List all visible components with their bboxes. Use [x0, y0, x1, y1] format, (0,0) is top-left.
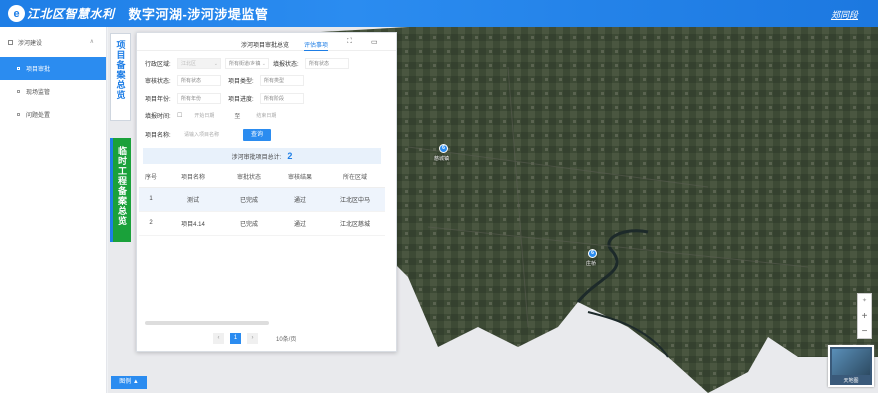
- approval-table: 序号 项目名称 审批状态 审核结果 所在区域 1 测试 已完成 通过 江北区中马…: [139, 167, 385, 236]
- project-count-bar: 涉河审批项目总计: 2: [143, 148, 381, 164]
- end-date-input[interactable]: 结束日期: [256, 112, 276, 119]
- page-size-select[interactable]: 10条/页: [276, 334, 296, 343]
- filter-row-time: 填报时间: ☐ 开始日期 至 结束日期: [145, 111, 276, 120]
- col-index: 序号: [139, 167, 163, 188]
- map-marker-label: 慈城镇: [434, 156, 450, 162]
- legend-button[interactable]: 图例 ▲: [111, 376, 147, 389]
- tab-label: 项目备案总览: [115, 40, 126, 100]
- chevron-up-icon: ∧: [89, 39, 94, 45]
- approve-state-label: 审核状态:: [145, 79, 171, 85]
- col-region: 所在区域: [325, 167, 385, 188]
- sidebar-item-project-approval[interactable]: 项目审批: [0, 57, 106, 80]
- next-page-button[interactable]: ›: [247, 333, 258, 344]
- cell: 测试: [163, 187, 223, 212]
- progress-label: 项目进度:: [228, 97, 254, 103]
- menu-dot-icon: [17, 90, 20, 93]
- approval-overview-panel: 涉河项目审批总览 评估事项 ⛶ ▭ 行政区域: 江北区 ⌄ 所有街道/乡镇 ⌄ 填报…: [136, 32, 397, 352]
- panel-tabs: 涉河项目审批总览 评估事项 ⛶ ▭: [137, 33, 396, 51]
- sidebar-group-construction[interactable]: 涉河建设 ∧: [0, 27, 106, 57]
- date-separator: 至: [234, 114, 241, 120]
- zoom-in-button[interactable]: +: [858, 309, 871, 324]
- fill-state-label: 填报状态:: [273, 62, 299, 68]
- cell: 江北区中马: [325, 187, 385, 212]
- year-select[interactable]: 所有年份: [177, 93, 221, 104]
- region-label: 行政区域:: [145, 62, 171, 68]
- time-label: 填报时间:: [145, 114, 171, 120]
- chevron-down-icon: ⌄: [213, 61, 218, 67]
- basemap-label: 天地图: [843, 378, 859, 384]
- query-button[interactable]: 查询: [243, 129, 271, 141]
- zoom-out-button[interactable]: −: [858, 324, 871, 339]
- fullscreen-icon[interactable]: ⛶: [347, 38, 352, 46]
- approve-state-select[interactable]: 所有状态: [177, 75, 221, 86]
- user-name[interactable]: 郑同段: [831, 8, 858, 21]
- cell: 通过: [275, 187, 325, 212]
- basemap-thumbnail: [832, 349, 870, 375]
- project-name-input[interactable]: 请输入项目名称: [184, 131, 234, 138]
- minimize-icon[interactable]: ▭: [371, 38, 378, 46]
- sidebar-group-label: 涉河建设: [18, 40, 43, 47]
- cell: 通过: [275, 211, 325, 236]
- filter-row-region: 行政区域: 江北区 ⌄ 所有街道/乡镇 ⌄ 填报状态: 所有状态: [145, 58, 349, 69]
- menu-dot-icon: [17, 67, 20, 70]
- horizontal-scrollbar[interactable]: [145, 321, 269, 325]
- tab-approval-overview[interactable]: 涉河项目审批总览: [241, 40, 289, 49]
- filter-row-approve: 审核状态: 所有状态 项目类型: 所有类型: [145, 75, 304, 86]
- page-1-button[interactable]: 1: [230, 333, 241, 344]
- sidebar: 涉河建设 ∧ 项目审批 现场监管 问题处置: [0, 27, 107, 393]
- table-row[interactable]: 1 测试 已完成 通过 江北区中马: [139, 187, 385, 212]
- cell: 项目4.14: [163, 211, 223, 236]
- table-row[interactable]: 2 项目4.14 已完成 通过 江北区慈城: [139, 211, 385, 236]
- progress-select[interactable]: 所有阶段: [260, 93, 304, 104]
- sidebar-item-label: 项目审批: [26, 67, 51, 73]
- col-project-name: 项目名称: [163, 167, 223, 188]
- cell: 1: [139, 187, 163, 212]
- tab-project-record-overview[interactable]: 项目备案总览: [110, 33, 131, 121]
- top-header: e 江北区智慧水利 数字河湖-涉河涉堤监管 郑同段: [0, 0, 878, 27]
- project-type-select[interactable]: 所有类型: [260, 75, 304, 86]
- sidebar-item-label: 现场监管: [26, 90, 51, 96]
- filter-row-name: 项目名称: 请输入项目名称: [145, 130, 234, 139]
- zoom-control: ✦ + −: [857, 293, 872, 339]
- name-label: 项目名称:: [145, 133, 171, 139]
- year-label: 项目年份:: [145, 97, 171, 103]
- project-type-label: 项目类型:: [228, 79, 254, 85]
- region-select: 江北区 ⌄: [177, 58, 221, 69]
- sidebar-item-issue-handling[interactable]: 问题处置: [0, 103, 106, 126]
- col-approve-state: 审批状态: [223, 167, 275, 188]
- map-marker-cicheng[interactable]: 6: [439, 144, 448, 153]
- chevron-down-icon: ⌄: [261, 61, 266, 67]
- street-select[interactable]: 所有街道/乡镇 ⌄: [225, 58, 269, 69]
- start-date-input[interactable]: 开始日期: [194, 112, 234, 119]
- basemap-switcher[interactable]: 天地图: [828, 345, 874, 387]
- prev-page-button[interactable]: ‹: [213, 333, 224, 344]
- menu-dot-icon: [17, 113, 20, 116]
- tab-label: 临时工程备案总览: [117, 146, 127, 226]
- sidebar-item-site-supervision[interactable]: 现场监管: [0, 80, 106, 103]
- tab-assessment[interactable]: 评估事项: [304, 40, 329, 51]
- map-marker-label: 庄桥: [586, 261, 597, 267]
- pagination: ‹ 1 › 10条/页: [213, 333, 296, 344]
- filter-row-year: 项目年份: 所有年份 项目进度: 所有阶段: [145, 93, 304, 104]
- tab-temporary-record-overview[interactable]: 临时工程备案总览: [110, 138, 131, 242]
- cell: 2: [139, 211, 163, 236]
- logo: e 江北区智慧水利: [8, 5, 115, 22]
- calendar-icon: ☐: [177, 113, 183, 119]
- logo-text: 江北区智慧水利: [27, 7, 115, 21]
- grid-icon: [8, 39, 13, 45]
- table-header-row: 序号 项目名称 审批状态 审核结果 所在区域: [139, 167, 385, 188]
- col-result: 审核结果: [275, 167, 325, 188]
- sidebar-item-label: 问题处置: [26, 113, 51, 119]
- fill-state-select[interactable]: 所有状态: [305, 58, 349, 69]
- map-marker-zhuangqiao[interactable]: 6: [588, 249, 597, 258]
- cell: 已完成: [223, 211, 275, 236]
- cell: 江北区慈城: [325, 211, 385, 236]
- logo-icon: e: [8, 5, 25, 22]
- compass-icon[interactable]: ✦: [858, 294, 871, 309]
- page-title: 数字河湖-涉河涉堤监管: [128, 7, 269, 22]
- cell: 已完成: [223, 187, 275, 212]
- count-label: 涉河审批项目总计:: [231, 155, 282, 161]
- count-value: 2: [287, 151, 293, 161]
